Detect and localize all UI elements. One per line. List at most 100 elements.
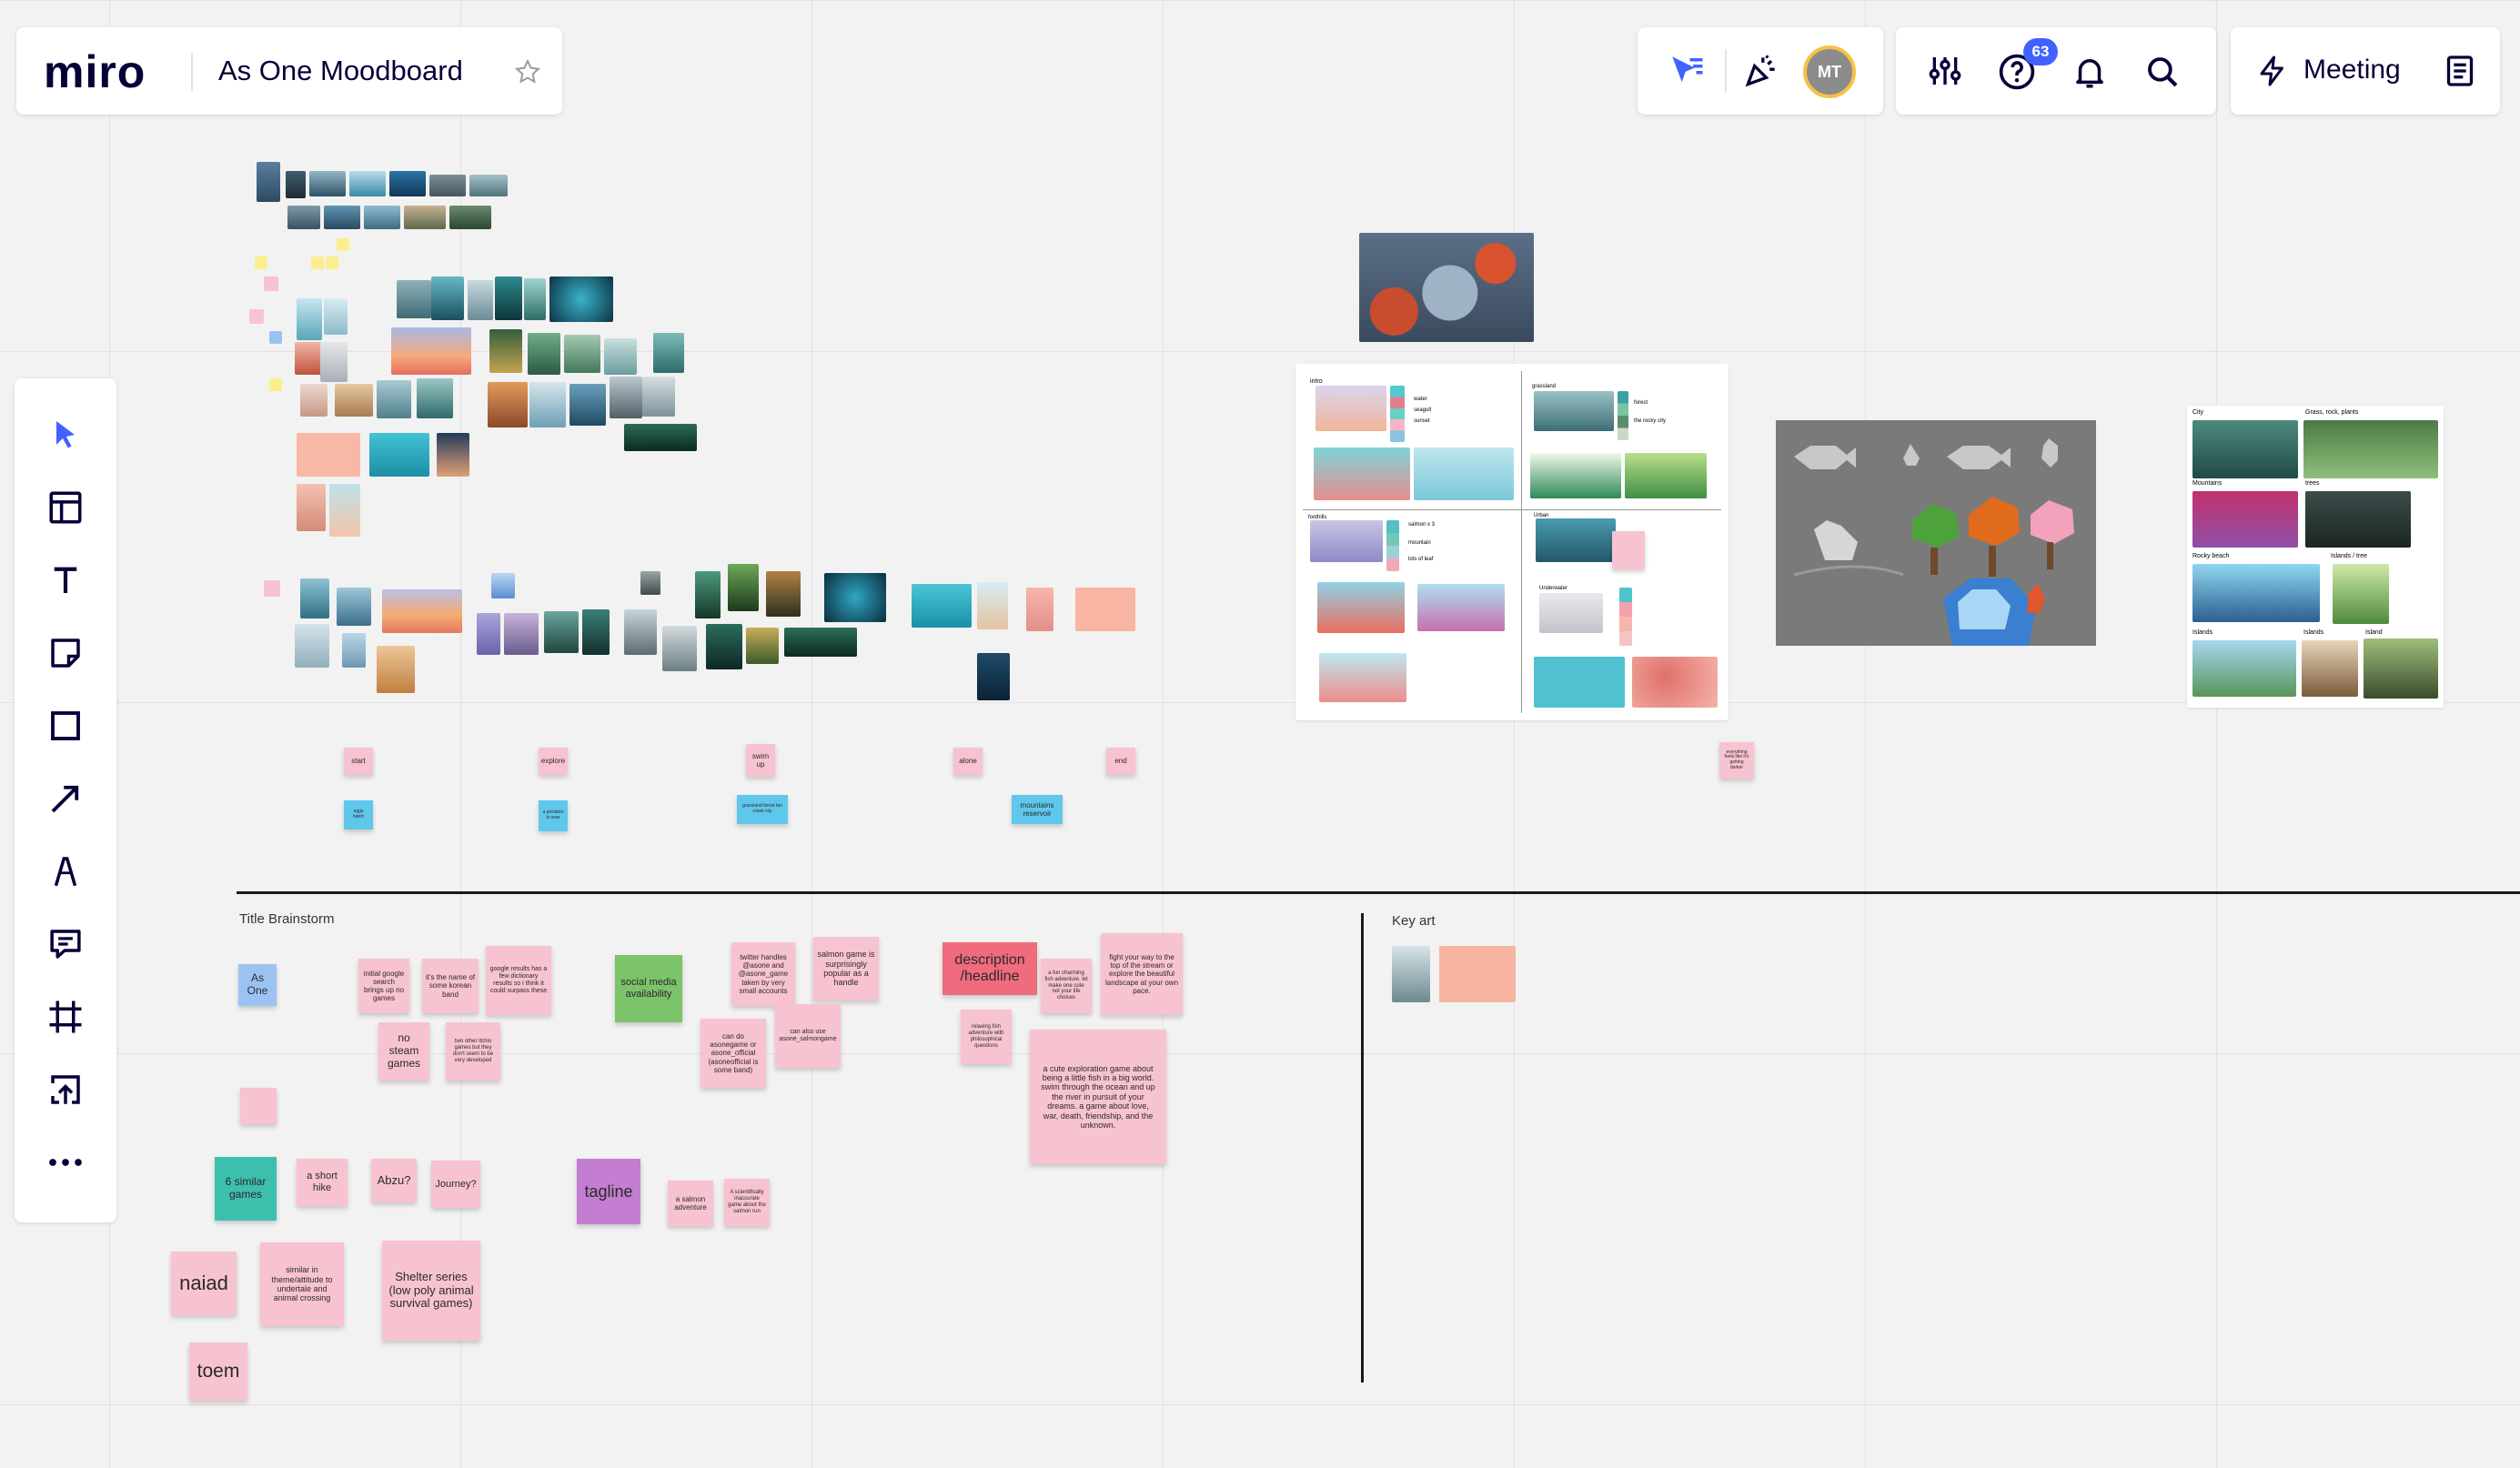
sticky-shelter[interactable]: Shelter series (low poly animal survival… <box>382 1241 480 1341</box>
key-art-thumb-mountain[interactable] <box>1392 946 1430 1002</box>
sketch-thumb[interactable] <box>1317 582 1405 633</box>
thumbnail-image[interactable] <box>377 380 411 418</box>
ref-thumb[interactable] <box>2192 420 2298 478</box>
thumbnail-image[interactable] <box>544 611 579 653</box>
thumbnail-image[interactable] <box>495 277 522 320</box>
sticky-naiad[interactable]: naiad <box>171 1252 237 1315</box>
sticky-can-also-use[interactable]: can also use asone_salmongame <box>775 1004 841 1068</box>
thumbnail-image[interactable] <box>369 433 429 477</box>
sticky-salmon-adventure[interactable]: a salmon adventure <box>668 1181 713 1226</box>
sticky-mini[interactable] <box>337 238 349 251</box>
sticky-scientifically[interactable]: A scientifically inaccurate game about t… <box>724 1179 770 1226</box>
thumbnail-image[interactable] <box>977 582 1008 629</box>
thumbnail-image[interactable] <box>477 613 500 655</box>
thumbnail-image[interactable] <box>342 633 366 668</box>
flow-note-predator[interactable]: a predator is near <box>539 800 568 831</box>
thumbnail-image[interactable] <box>297 433 360 477</box>
thumbnail-image[interactable] <box>706 624 742 669</box>
moodboard-thumbnails-cluster[interactable] <box>246 155 719 555</box>
sticky-korean-band[interactable]: it's the name of some korean band <box>422 959 479 1013</box>
ref-thumb[interactable] <box>2192 640 2296 697</box>
flow-note-start[interactable]: start <box>344 748 373 775</box>
sticky-similar-theme[interactable]: similar in theme/attitude to undertale a… <box>260 1242 344 1326</box>
celebrate-icon[interactable] <box>1739 51 1783 91</box>
thumbnail-image[interactable] <box>746 628 779 664</box>
reference-sheet[interactable]: City Grass, rock, plants Mountains trees… <box>2187 406 2444 708</box>
sticky-mini[interactable] <box>311 256 324 269</box>
meeting-button[interactable]: Meeting <box>2303 55 2401 85</box>
flow-note-alone[interactable]: alone <box>953 748 983 775</box>
lightning-icon[interactable] <box>2254 53 2291 89</box>
sketch-thumb[interactable] <box>1536 518 1616 562</box>
flow-note-explore[interactable]: explore <box>539 748 568 775</box>
arrow-icon[interactable] <box>25 769 106 828</box>
thumbnail-image[interactable] <box>524 278 546 320</box>
sticky-blank[interactable] <box>240 1088 277 1124</box>
search-icon[interactable] <box>2142 51 2183 93</box>
thumbnail-image[interactable] <box>257 162 280 202</box>
sticky-two-other[interactable]: two other itchio games but they don't se… <box>446 1022 500 1081</box>
ref-thumb[interactable] <box>2192 491 2298 548</box>
sketch-thumb[interactable] <box>1314 447 1410 500</box>
thumbnail-image[interactable] <box>300 578 329 618</box>
thumbnail-image[interactable] <box>286 171 306 198</box>
frame-key-art[interactable]: Key art <box>1392 913 1436 929</box>
key-art-thumb-coral[interactable] <box>1439 946 1516 1002</box>
thumbnail-image[interactable] <box>295 342 322 375</box>
thumbnail-image[interactable] <box>766 571 801 617</box>
sticky-asonegame[interactable]: can do asonegame or asone_official (ason… <box>701 1019 766 1088</box>
thumbnail-image[interactable] <box>642 377 675 417</box>
thumbnail-image[interactable] <box>337 588 371 626</box>
sketch-thumb[interactable] <box>1319 653 1406 702</box>
sketch-thumb[interactable] <box>1632 657 1718 708</box>
thumbnail-image[interactable] <box>564 335 600 373</box>
sketch-thumb[interactable] <box>1534 657 1625 708</box>
settings-sliders-icon[interactable] <box>1925 51 1965 91</box>
thumbnail-image[interactable] <box>624 609 657 655</box>
thumbnail-image[interactable] <box>300 384 328 417</box>
sticky-abzu[interactable]: Abzu? <box>371 1159 417 1202</box>
upload-icon[interactable] <box>25 1061 106 1119</box>
thumbnail-image[interactable] <box>610 377 642 418</box>
thumbnail-image[interactable] <box>437 433 469 477</box>
sticky-short-hike[interactable]: a short hike <box>297 1159 348 1206</box>
ref-thumb[interactable] <box>2192 564 2320 622</box>
thumbnail-image[interactable] <box>417 378 453 418</box>
thumbnail-image[interactable] <box>1075 588 1135 631</box>
flow-note-darker[interactable]: everything feels like it's getting darke… <box>1719 742 1754 779</box>
sticky-no-steam[interactable]: no steam games <box>378 1022 429 1081</box>
sticky-mini[interactable] <box>255 256 267 269</box>
sticky-note-icon[interactable] <box>25 624 106 682</box>
thumbnail-image[interactable] <box>324 206 360 229</box>
sticky-salmon-popular[interactable]: salmon game is surprisingly popular as a… <box>813 937 879 1000</box>
frame-title-brainstorm[interactable]: Title Brainstorm <box>239 911 334 927</box>
thumbnail-image[interactable] <box>287 206 320 229</box>
thumbnail-image[interactable] <box>449 206 491 229</box>
miro-logo[interactable]: miro <box>44 45 146 98</box>
thumbnail-image[interactable] <box>329 484 360 537</box>
sketch-thumb[interactable] <box>1417 584 1505 631</box>
sticky-social-media[interactable]: social media availability <box>615 955 682 1022</box>
thumbnail-image[interactable] <box>695 571 721 618</box>
notes-icon[interactable] <box>2440 51 2480 91</box>
thumbnail-image[interactable] <box>364 206 400 229</box>
ref-thumb[interactable] <box>2305 491 2411 548</box>
flow-note-end[interactable]: end <box>1106 748 1135 775</box>
sticky-mini[interactable] <box>249 309 264 324</box>
sticky-journey[interactable]: Journey? <box>431 1161 480 1208</box>
comment-icon[interactable] <box>25 915 106 973</box>
thumbnail-image[interactable] <box>391 327 471 375</box>
thumbnail-image[interactable] <box>335 384 373 417</box>
thumbnail-image[interactable] <box>549 277 613 322</box>
ref-thumb[interactable] <box>2302 640 2358 697</box>
thumbnail-image[interactable] <box>349 171 386 196</box>
follow-cursor-icon[interactable] <box>1667 51 1707 91</box>
thumbnail-image[interactable] <box>429 175 466 196</box>
thumbnail-image[interactable] <box>389 171 426 196</box>
thumbnail-image[interactable] <box>504 613 539 655</box>
shape-icon[interactable] <box>25 697 106 755</box>
pen-icon[interactable] <box>25 842 106 900</box>
thumbnail-image[interactable] <box>728 564 759 611</box>
sticky-mini[interactable] <box>264 580 280 597</box>
thumbnail-image[interactable] <box>404 206 446 229</box>
